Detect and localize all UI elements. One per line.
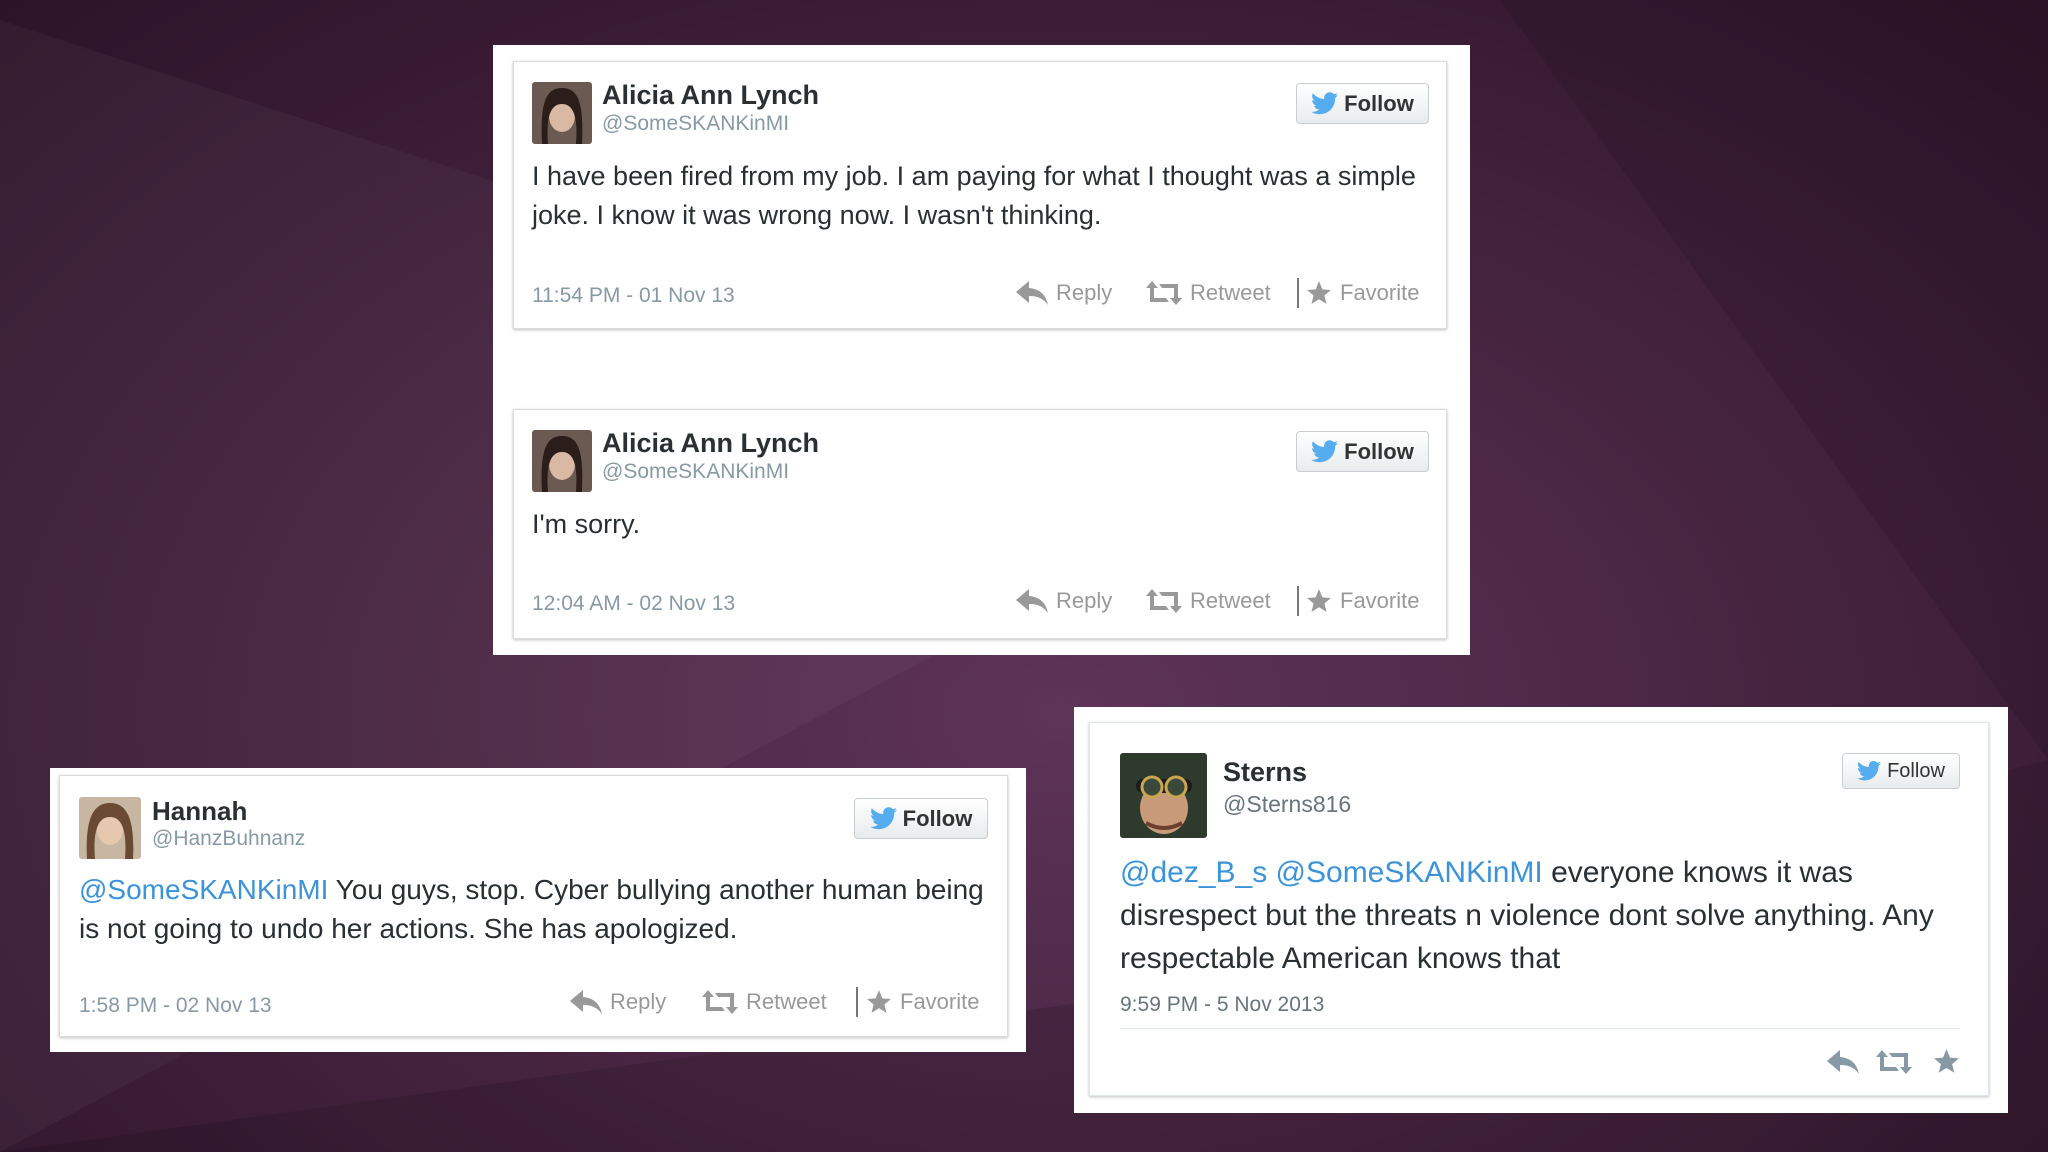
tweet-card-2: Alicia Ann Lynch @SomeSKANKinMI Follow I… bbox=[513, 409, 1447, 639]
reply-arrow-icon bbox=[1016, 589, 1048, 613]
divider bbox=[1120, 1028, 1960, 1029]
action-divider bbox=[1297, 278, 1299, 308]
twitter-bird-icon bbox=[1311, 440, 1338, 463]
user-handle[interactable]: @Sterns816 bbox=[1223, 791, 1351, 818]
avatar[interactable] bbox=[532, 82, 592, 144]
mention-link[interactable]: @dez_B_s bbox=[1120, 856, 1267, 889]
tweet-card-1: Alicia Ann Lynch @SomeSKANKinMI Follow I… bbox=[513, 61, 1447, 329]
tweet-timestamp[interactable]: 12:04 AM - 02 Nov 13 bbox=[532, 592, 735, 616]
follow-button[interactable]: Follow bbox=[1296, 431, 1429, 472]
twitter-bird-icon bbox=[1857, 761, 1881, 781]
star-icon bbox=[1933, 1048, 1960, 1075]
favorite-label: Favorite bbox=[900, 989, 980, 1014]
retweet-action[interactable]: Retweet bbox=[1146, 280, 1271, 306]
user-name[interactable]: Alicia Ann Lynch bbox=[602, 428, 819, 459]
favorite-label: Favorite bbox=[1340, 280, 1420, 305]
user-name[interactable]: Sterns bbox=[1223, 757, 1307, 788]
tweet-timestamp[interactable]: 1:58 PM - 02 Nov 13 bbox=[79, 994, 272, 1018]
retweet-label: Retweet bbox=[746, 989, 827, 1014]
follow-button[interactable]: Follow bbox=[1296, 83, 1429, 124]
user-name[interactable]: Hannah bbox=[152, 796, 247, 827]
tweet-timestamp[interactable]: 11:54 PM - 01 Nov 13 bbox=[532, 284, 735, 308]
mention-link[interactable]: @SomeSKANKinMI bbox=[1276, 856, 1543, 889]
tweet-text: @SomeSKANKinMI You guys, stop. Cyber bul… bbox=[79, 870, 989, 948]
avatar[interactable] bbox=[1120, 753, 1207, 838]
retweet-action[interactable] bbox=[1876, 1050, 1912, 1074]
reply-action[interactable]: Reply bbox=[1016, 588, 1112, 614]
user-handle[interactable]: @SomeSKANKinMI bbox=[602, 460, 789, 484]
reply-action[interactable] bbox=[1827, 1050, 1859, 1074]
tweet-timestamp[interactable]: 9:59 PM - 5 Nov 2013 bbox=[1120, 993, 1324, 1017]
follow-label: Follow bbox=[1887, 759, 1945, 782]
follow-label: Follow bbox=[1344, 438, 1414, 464]
follow-label: Follow bbox=[1344, 90, 1414, 116]
avatar[interactable] bbox=[532, 430, 592, 492]
favorite-action[interactable]: Favorite bbox=[866, 989, 979, 1015]
reply-action[interactable]: Reply bbox=[1016, 280, 1112, 306]
user-handle[interactable]: @SomeSKANKinMI bbox=[602, 112, 789, 136]
user-handle[interactable]: @HanzBuhnanz bbox=[152, 827, 305, 851]
favorite-action[interactable]: Favorite bbox=[1306, 280, 1419, 306]
retweet-icon bbox=[1876, 1050, 1912, 1074]
retweet-action[interactable]: Retweet bbox=[1146, 588, 1271, 614]
retweet-icon bbox=[1146, 281, 1182, 305]
retweet-action[interactable]: Retweet bbox=[702, 989, 827, 1015]
retweet-icon bbox=[702, 990, 738, 1014]
star-icon bbox=[866, 989, 892, 1015]
star-icon bbox=[1306, 588, 1332, 614]
action-divider bbox=[1297, 586, 1299, 616]
reply-label: Reply bbox=[1056, 280, 1113, 305]
reply-arrow-icon bbox=[1827, 1050, 1859, 1074]
follow-label: Follow bbox=[902, 805, 973, 831]
follow-button[interactable]: Follow bbox=[854, 798, 988, 839]
mention-link[interactable]: @SomeSKANKinMI bbox=[79, 874, 328, 905]
favorite-action[interactable] bbox=[1933, 1048, 1960, 1075]
retweet-label: Retweet bbox=[1190, 588, 1271, 613]
reply-label: Reply bbox=[610, 989, 667, 1014]
avatar[interactable] bbox=[79, 797, 141, 859]
action-divider bbox=[856, 987, 858, 1017]
retweet-icon bbox=[1146, 589, 1182, 613]
retweet-label: Retweet bbox=[1190, 280, 1271, 305]
tweet-card-3: Hannah @HanzBuhnanz Follow @SomeSKANKinM… bbox=[59, 775, 1008, 1037]
tweet-text: @dez_B_s @SomeSKANKinMI everyone knows i… bbox=[1120, 851, 1970, 980]
twitter-bird-icon bbox=[1311, 92, 1338, 115]
favorite-action[interactable]: Favorite bbox=[1306, 588, 1419, 614]
star-icon bbox=[1306, 280, 1332, 306]
tweet-text: I'm sorry. bbox=[532, 509, 641, 539]
favorite-label: Favorite bbox=[1340, 588, 1420, 613]
reply-label: Reply bbox=[1056, 588, 1113, 613]
tweet-card-4: Sterns @Sterns816 Follow @dez_B_s @SomeS… bbox=[1089, 722, 1989, 1096]
reply-arrow-icon bbox=[570, 990, 602, 1014]
follow-button[interactable]: Follow bbox=[1842, 753, 1960, 789]
tweet-text: I have been fired from my job. I am payi… bbox=[532, 161, 1416, 230]
reply-arrow-icon bbox=[1016, 281, 1048, 305]
reply-action[interactable]: Reply bbox=[570, 989, 666, 1015]
user-name[interactable]: Alicia Ann Lynch bbox=[602, 80, 819, 111]
twitter-bird-icon bbox=[870, 807, 897, 830]
